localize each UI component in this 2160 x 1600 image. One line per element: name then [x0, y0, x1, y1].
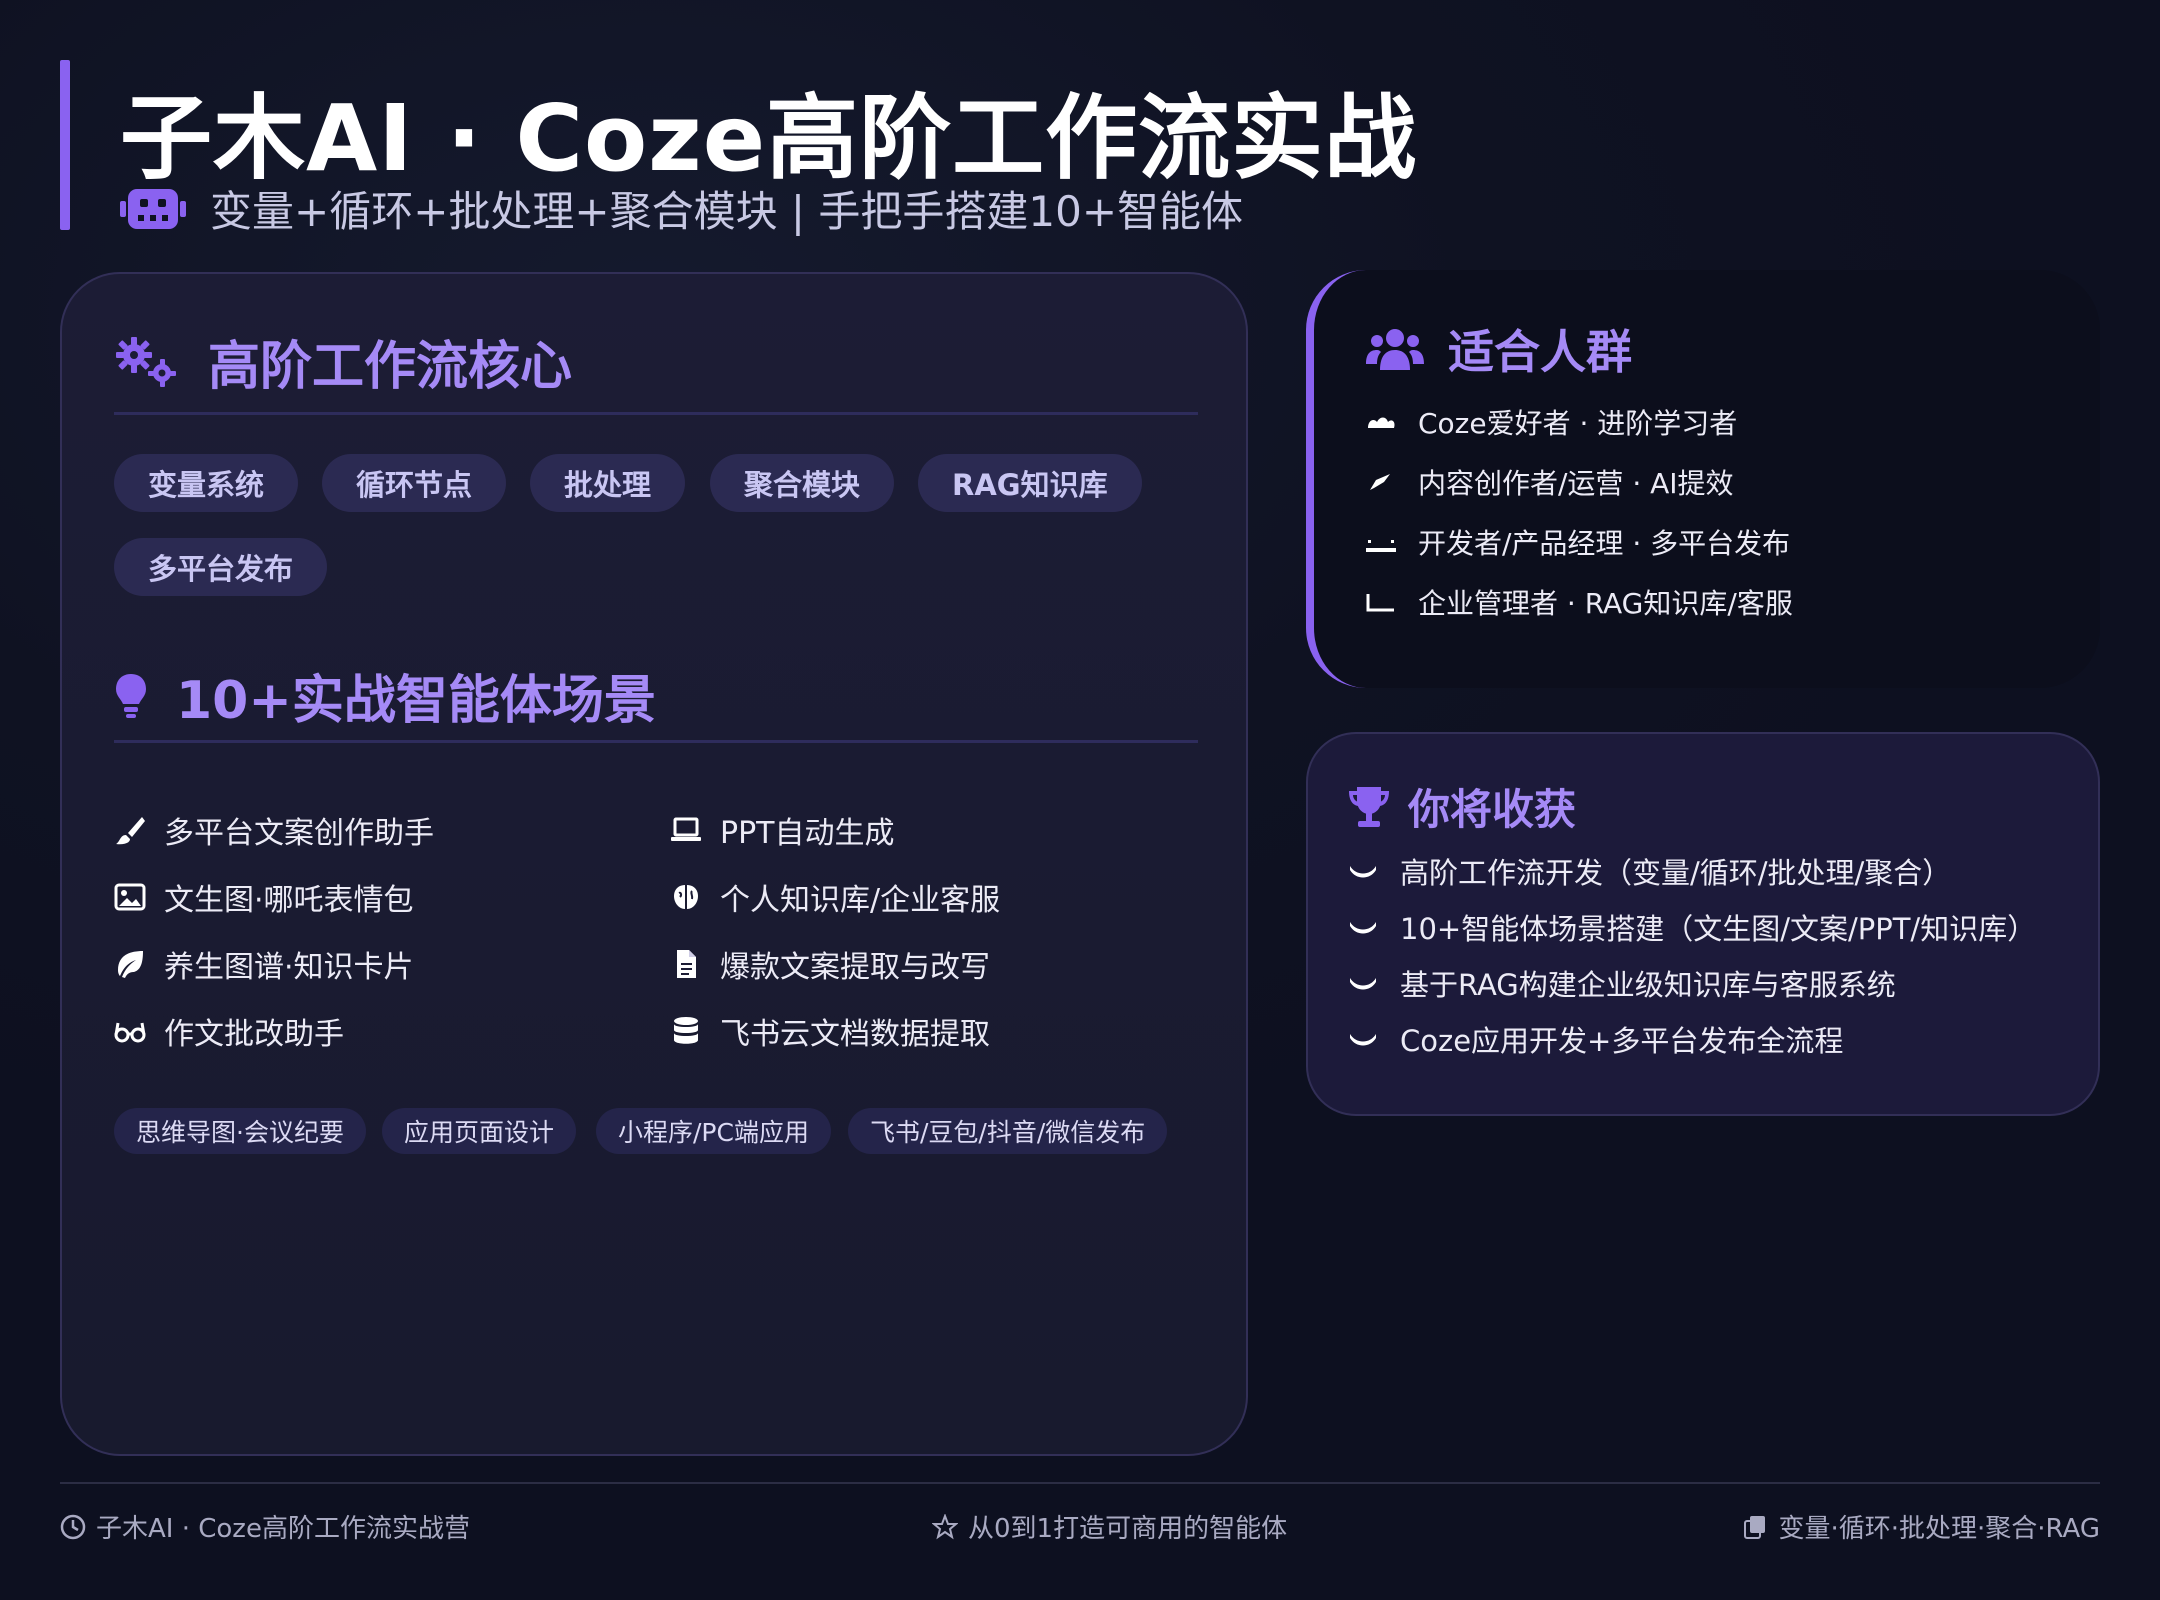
- scenario-item: 爆款文案提取与改写: [670, 942, 990, 986]
- scenario-item: 飞书云文档数据提取: [670, 1009, 990, 1053]
- image-icon: [114, 883, 146, 911]
- gains-card: 你将收获 高阶工作流开发（变量/循环/批处理/聚合） 10+智能体场景搭建（文生…: [1306, 732, 2100, 1116]
- scenarios-heading: 10+实战智能体场景: [176, 671, 656, 731]
- pill-loop-node: 循环节点: [322, 454, 507, 512]
- scenario-item: 作文批改助手: [114, 1009, 344, 1053]
- core-card: 高阶工作流核心 变量系统 循环节点 批处理 聚合模块 RAG知识库 多平台发布 …: [60, 272, 1248, 1456]
- building-icon: [1366, 594, 1394, 612]
- pill-variable-system: 变量系统: [114, 454, 299, 512]
- tag-publish: 飞书/豆包/抖音/微信发布: [848, 1108, 1168, 1154]
- users-icon: [1366, 329, 1424, 370]
- pill-aggregate: 聚合模块: [710, 454, 895, 512]
- check-icon: [1350, 978, 1376, 990]
- header-accent-bar: [60, 60, 70, 230]
- core-divider: [114, 412, 1198, 415]
- database-icon: [674, 1017, 698, 1044]
- robot-icon: [120, 188, 186, 229]
- footer-divider: [60, 1482, 2100, 1484]
- gears-icon: [116, 336, 176, 387]
- star-icon: [932, 1513, 958, 1539]
- pill-batch: 批处理: [530, 454, 686, 512]
- laptop-icon: [671, 817, 701, 841]
- glasses-icon: [114, 1022, 146, 1043]
- pill-rag: RAG知识库: [918, 454, 1142, 512]
- brush-icon: [116, 817, 145, 845]
- page-subtitle: 变量+循环+批处理+聚合模块 | 手把手搭建10+智能体: [210, 187, 1244, 236]
- gain-item: Coze应用开发+多平台发布全流程: [1348, 1018, 1843, 1060]
- brain-icon: [674, 885, 698, 909]
- scenario-item: 个人知识库/企业客服: [670, 875, 1000, 919]
- code-icon: [1366, 540, 1396, 552]
- gain-item: 基于RAG构建企业级知识库与客服系统: [1348, 962, 1896, 1004]
- scenarios-heading-row: 10+实战智能体场景: [114, 658, 656, 733]
- footer-left: 子木AI · Coze高阶工作流实战营: [60, 1508, 470, 1545]
- scenario-item: 多平台文案创作助手: [114, 808, 434, 852]
- audience-heading: 适合人群: [1448, 325, 1632, 379]
- clock-icon: [60, 1514, 86, 1539]
- lightbulb-icon: [116, 673, 146, 718]
- scenario-item: 文生图·哪吒表情包: [114, 875, 414, 919]
- tag-mindmap: 思维导图·会议纪要: [114, 1108, 366, 1154]
- scenarios-divider: [114, 740, 1198, 743]
- audience-card: 适合人群 Coze爱好者 · 进阶学习者 内容创作者/运营 · AI提效 开发者…: [1306, 270, 2100, 688]
- gains-heading: 你将收获: [1408, 785, 1577, 834]
- audience-item: 开发者/产品经理 · 多平台发布: [1366, 522, 1790, 562]
- check-icon: [1350, 866, 1376, 878]
- footer-center: 从0到1打造可商用的智能体: [932, 1508, 1287, 1545]
- pill-multi-platform: 多平台发布: [114, 538, 328, 596]
- pen-icon: [1370, 474, 1390, 490]
- tag-page-design: 应用页面设计: [382, 1108, 577, 1154]
- audience-heading-row: 适合人群: [1366, 316, 1632, 382]
- copy-icon: [1744, 1515, 1766, 1539]
- audience-item: Coze爱好者 · 进阶学习者: [1366, 402, 1737, 442]
- tag-miniapp: 小程序/PC端应用: [596, 1108, 831, 1154]
- gains-heading-row: 你将收获: [1346, 776, 1576, 837]
- footer-right: 变量·循环·批处理·聚合·RAG: [1742, 1508, 2100, 1545]
- subtitle-row: 变量+循环+批处理+聚合模块 | 手把手搭建10+智能体: [120, 178, 1243, 239]
- scenario-item: PPT自动生成: [670, 808, 895, 852]
- gain-item: 高阶工作流开发（变量/循环/批处理/聚合）: [1348, 850, 1951, 892]
- gain-item: 10+智能体场景搭建（文生图/文案/PPT/知识库）: [1348, 906, 2036, 948]
- scenario-item: 养生图谱·知识卡片: [114, 942, 414, 986]
- page: 子木AI · Coze高阶工作流实战 变量+循环+批处理+聚合模块 | 手把手搭…: [0, 0, 2160, 1600]
- core-heading: 高阶工作流核心: [208, 337, 573, 397]
- file-icon: [677, 950, 696, 978]
- cap-icon: [1368, 417, 1395, 428]
- audience-item: 企业管理者 · RAG知识库/客服: [1366, 582, 1793, 622]
- check-icon: [1350, 922, 1376, 934]
- trophy-icon: [1349, 786, 1389, 827]
- audience-item: 内容创作者/运营 · AI提效: [1366, 462, 1734, 502]
- leaf-icon: [118, 951, 143, 978]
- core-heading-row: 高阶工作流核心: [114, 324, 572, 399]
- check-icon: [1350, 1034, 1376, 1046]
